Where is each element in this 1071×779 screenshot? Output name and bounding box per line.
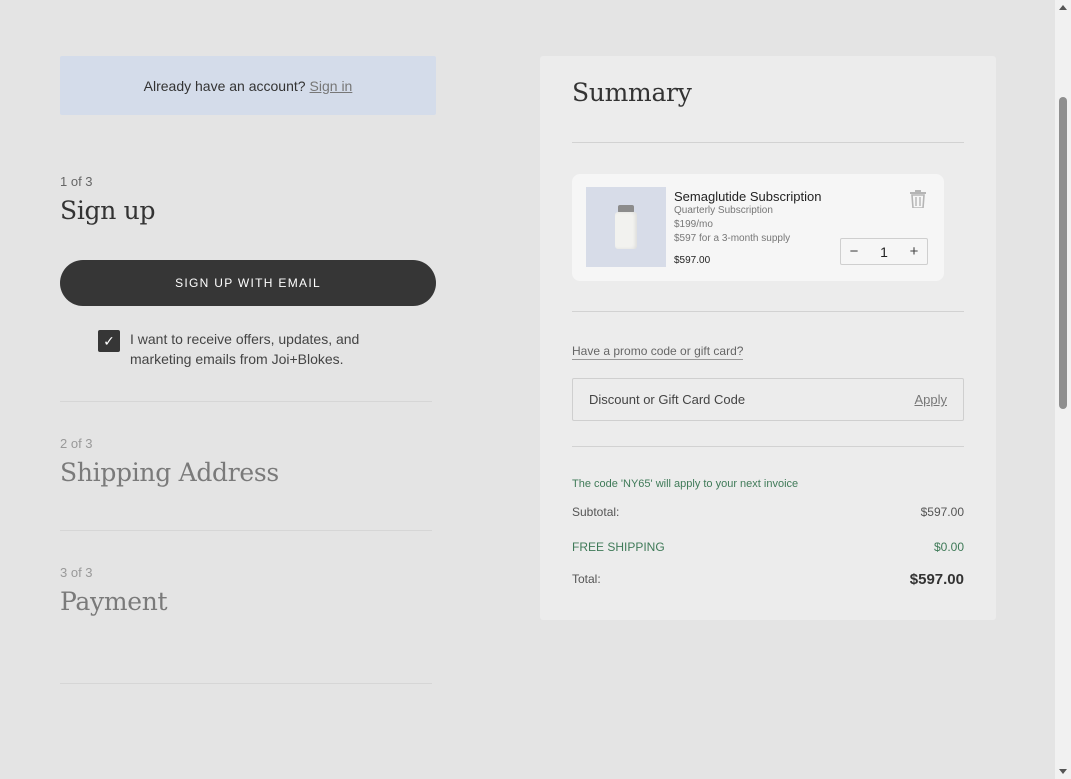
summary-title: Summary [572, 78, 692, 107]
sign-up-with-email-button[interactable]: SIGN UP WITH EMAIL [60, 260, 436, 306]
quantity-value[interactable]: 1 [880, 244, 888, 260]
quantity-decrease-button[interactable]: − [841, 239, 867, 264]
scroll-thumb[interactable] [1059, 97, 1067, 409]
product-supply-note: $597 for a 3-month supply [674, 233, 791, 244]
signin-prompt: Already have an account? [143, 77, 306, 94]
product-name: Semaglutide Subscription [674, 189, 822, 204]
promo-code-note: The code 'NY65' will apply to your next … [572, 478, 799, 490]
vial-icon [615, 205, 637, 249]
signin-link[interactable]: Sign in [310, 78, 353, 94]
promo-code-link[interactable]: Have a promo code or gift card? [572, 344, 744, 360]
quantity-increase-button[interactable]: + [901, 239, 927, 264]
marketing-optin-label: I want to receive offers, updates, and m… [130, 331, 360, 367]
step-2-title: Shipping Address [60, 458, 279, 487]
product-monthly-price: $199/mo [674, 219, 713, 230]
cart-item: Semaglutide Subscription Quarterly Subsc… [572, 174, 944, 281]
signin-banner: Already have an account? Sign in [60, 56, 436, 115]
vertical-scrollbar[interactable] [1055, 0, 1071, 779]
subtotal-label: Subtotal: [572, 505, 620, 519]
step-3-count: 3 of 3 [60, 565, 93, 580]
order-summary-panel: Summary Semaglutide Subscription Quarter… [540, 56, 996, 620]
checkout-page: Already have an account? Sign in 1 of 3 … [0, 0, 1055, 779]
total-label: Total: [572, 572, 601, 586]
shipping-label: FREE SHIPPING [572, 540, 665, 554]
marketing-optin-checkbox[interactable]: ✓ [98, 330, 120, 352]
shipping-value: $0.00 [933, 540, 964, 554]
apply-code-button[interactable]: Apply [914, 392, 947, 407]
scroll-up-icon[interactable] [1059, 5, 1067, 10]
trash-icon[interactable] [910, 190, 926, 209]
subtotal-value: $597.00 [920, 505, 964, 519]
step-1-count: 1 of 3 [60, 174, 93, 189]
total-value: $597.00 [909, 571, 964, 588]
discount-code-placeholder: Discount or Gift Card Code [589, 392, 746, 407]
scroll-down-icon[interactable] [1059, 769, 1067, 774]
divider [60, 401, 432, 402]
discount-code-field[interactable]: Discount or Gift Card Code Apply [572, 378, 964, 421]
divider [60, 530, 432, 531]
product-price: $597.00 [674, 255, 711, 266]
divider [572, 446, 964, 447]
step-1-title: Sign up [60, 196, 156, 225]
step-2-count: 2 of 3 [60, 436, 93, 451]
divider [60, 683, 432, 684]
product-image [586, 187, 666, 267]
divider [572, 142, 964, 143]
quantity-stepper: − 1 + [840, 238, 928, 265]
step-3-title: Payment [60, 587, 168, 616]
divider [572, 311, 964, 312]
marketing-optin: ✓ I want to receive offers, updates, and… [98, 330, 380, 369]
product-plan: Quarterly Subscription [674, 205, 773, 216]
